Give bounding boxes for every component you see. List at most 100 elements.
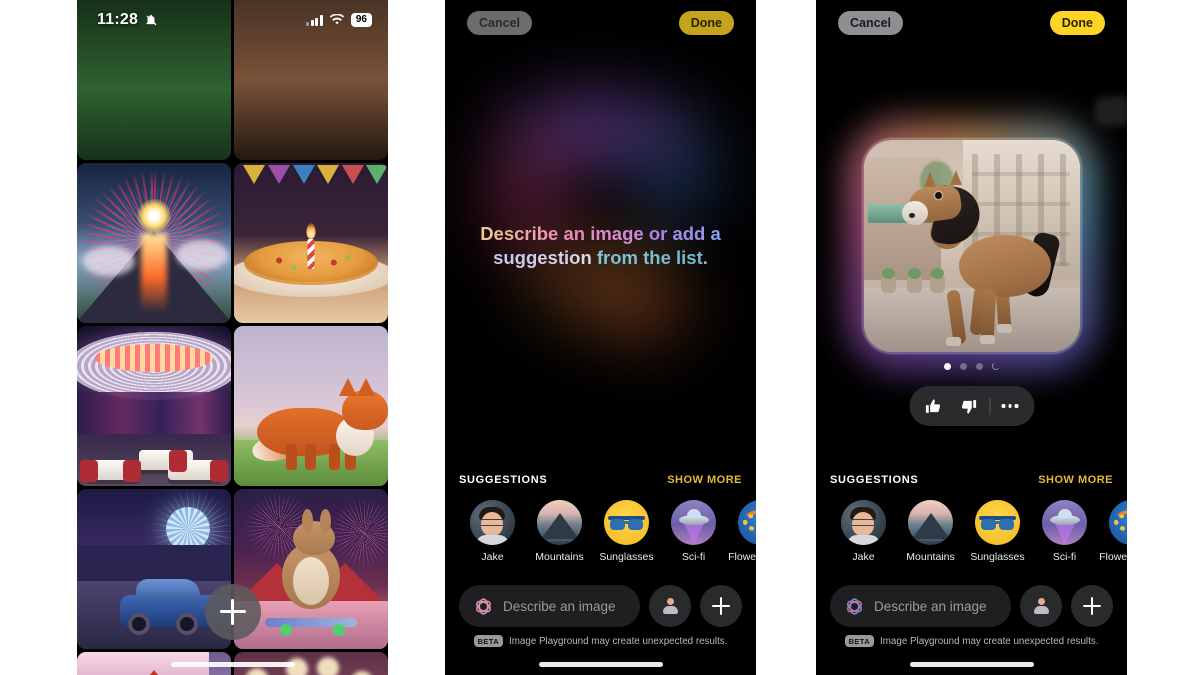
home-indicator[interactable] (538, 662, 663, 667)
done-button[interactable]: Done (1049, 10, 1105, 36)
person-avatar-icon (841, 500, 886, 545)
done-button[interactable]: Done (678, 10, 734, 36)
offscreen-chip (1095, 96, 1127, 126)
bell-slash-icon (146, 14, 157, 26)
describe-image-input[interactable]: Describe an image (459, 585, 640, 627)
page-dots[interactable] (943, 362, 1000, 370)
suggestions-header: SUGGESTIONS SHOW MORE (816, 474, 1127, 486)
suggestions-title: SUGGESTIONS (459, 474, 548, 486)
aurora-glow-top (445, 38, 756, 338)
suggestion-sunglasses[interactable]: Sunglasses (593, 500, 660, 563)
more-options-button[interactable] (992, 393, 1028, 419)
disclaimer-text: Image Playground may create unexpected r… (509, 635, 728, 647)
more-options-icon (1001, 404, 1019, 408)
plus-icon (1083, 597, 1101, 615)
add-concept-button[interactable] (700, 585, 742, 627)
person-avatar-icon (470, 500, 515, 545)
divider (989, 397, 990, 415)
suggestion-jake[interactable]: Jake (459, 500, 526, 563)
thumbs-down-icon (961, 399, 977, 414)
tile-fox[interactable] (234, 326, 388, 486)
suggestion-scifi[interactable]: Sci-fi (1031, 500, 1098, 563)
suggestion-flower-crown[interactable]: Flower Crown (1098, 500, 1127, 563)
fox-art (234, 326, 388, 486)
page-dot-active[interactable] (943, 362, 951, 370)
suggestion-flower-crown[interactable]: Flower Crown (727, 500, 756, 563)
sunglasses-icon (975, 500, 1020, 545)
apple-intelligence-swirl-icon (476, 597, 491, 615)
status-bar: 11:28 96 (77, 0, 388, 40)
add-image-button[interactable] (204, 584, 261, 640)
right-margin (1127, 0, 1200, 675)
suggestions-row: Jake Mountains Sunglasses Sci-fi Flowe (445, 500, 756, 563)
thumbs-up-button[interactable] (915, 393, 951, 419)
suggestion-label: Sunglasses (599, 551, 654, 563)
page-dot[interactable] (959, 362, 967, 370)
suggestion-sunglasses[interactable]: Sunglasses (964, 500, 1031, 563)
disclaimer-text: Image Playground may create unexpected r… (880, 635, 1099, 647)
mountain-icon (908, 500, 953, 545)
panel-empty-state: Cancel Done Describe an image or add a s… (445, 0, 756, 675)
person-picker-button[interactable] (1020, 585, 1062, 627)
panel-generated-result: Cancel Done SUGGESTIONS SHOW MORE Jake M… (816, 0, 1127, 675)
generated-horse-image[interactable] (861, 138, 1082, 354)
show-more-button[interactable]: SHOW MORE (1038, 474, 1113, 486)
home-indicator[interactable] (909, 662, 1034, 667)
editor-topbar: Cancel Done (816, 0, 1127, 46)
beta-disclaimer: BETA Image Playground may create unexpec… (445, 635, 756, 647)
scifi-restaurant-art (77, 326, 231, 486)
suggestions-title: SUGGESTIONS (830, 474, 919, 486)
suggestion-mountains[interactable]: Mountains (526, 500, 593, 563)
thumbs-down-button[interactable] (951, 393, 987, 419)
tile-pizza-party[interactable] (234, 163, 388, 323)
generated-image-card[interactable] (846, 121, 1097, 371)
suggestion-label: Jake (481, 551, 504, 563)
add-concept-button[interactable] (1071, 585, 1113, 627)
flower-crown-icon (738, 500, 756, 545)
tile-scifi-restaurant[interactable] (77, 326, 231, 486)
cancel-button[interactable]: Cancel (467, 10, 532, 36)
status-time: 11:28 (97, 11, 139, 28)
suggestion-label: Mountains (535, 551, 584, 563)
input-placeholder: Describe an image (503, 598, 616, 614)
aurora-glow-bottom (450, 182, 751, 402)
suggestion-mountains[interactable]: Mountains (897, 500, 964, 563)
cancel-button[interactable]: Cancel (838, 10, 903, 36)
suggestion-label: Sci-fi (1052, 551, 1077, 563)
gap-2 (756, 0, 816, 675)
show-more-button[interactable]: SHOW MORE (667, 474, 742, 486)
status-time-group: 11:28 (97, 11, 158, 29)
prompt-part-3: suggestion (493, 247, 592, 269)
panel-image-gallery: 11:28 96 (77, 0, 388, 675)
prompt-part-1: Describe an image (480, 223, 644, 244)
prompt-part-4: from the list. (591, 247, 708, 269)
suggestion-label: Sunglasses (970, 551, 1025, 563)
plus-icon (219, 599, 246, 625)
suggestion-label: Mountains (906, 551, 955, 563)
page-dot[interactable] (975, 362, 983, 370)
page-dot-loading-spinner (991, 362, 1000, 370)
battery-indicator: 96 (350, 12, 372, 28)
person-icon (1033, 597, 1050, 615)
person-icon (662, 597, 679, 615)
describe-image-input[interactable]: Describe an image (830, 585, 1011, 627)
person-picker-button[interactable] (649, 585, 691, 627)
gap-1 (388, 0, 445, 675)
status-indicators: 96 (306, 12, 372, 28)
flower-crown-icon (1109, 500, 1127, 545)
suggestion-label: Flower Crown (728, 551, 756, 563)
empty-state-prompt: Describe an image or add a suggestion fr… (445, 222, 756, 271)
prompt-input-bar: Describe an image (816, 585, 1127, 627)
input-placeholder: Describe an image (874, 598, 987, 614)
cellular-signal-icon (306, 14, 323, 26)
prompt-input-bar: Describe an image (445, 585, 756, 627)
suggestions-header: SUGGESTIONS SHOW MORE (445, 474, 756, 486)
suggestion-scifi[interactable]: Sci-fi (660, 500, 727, 563)
suggestion-label: Flower Crown (1099, 551, 1127, 563)
suggestion-label: Jake (852, 551, 875, 563)
tile-volcano-fireworks[interactable] (77, 163, 231, 323)
prompt-part-2: or add a (643, 223, 721, 244)
home-indicator[interactable] (170, 662, 295, 667)
suggestion-jake[interactable]: Jake (830, 500, 897, 563)
beta-badge: BETA (473, 635, 504, 647)
